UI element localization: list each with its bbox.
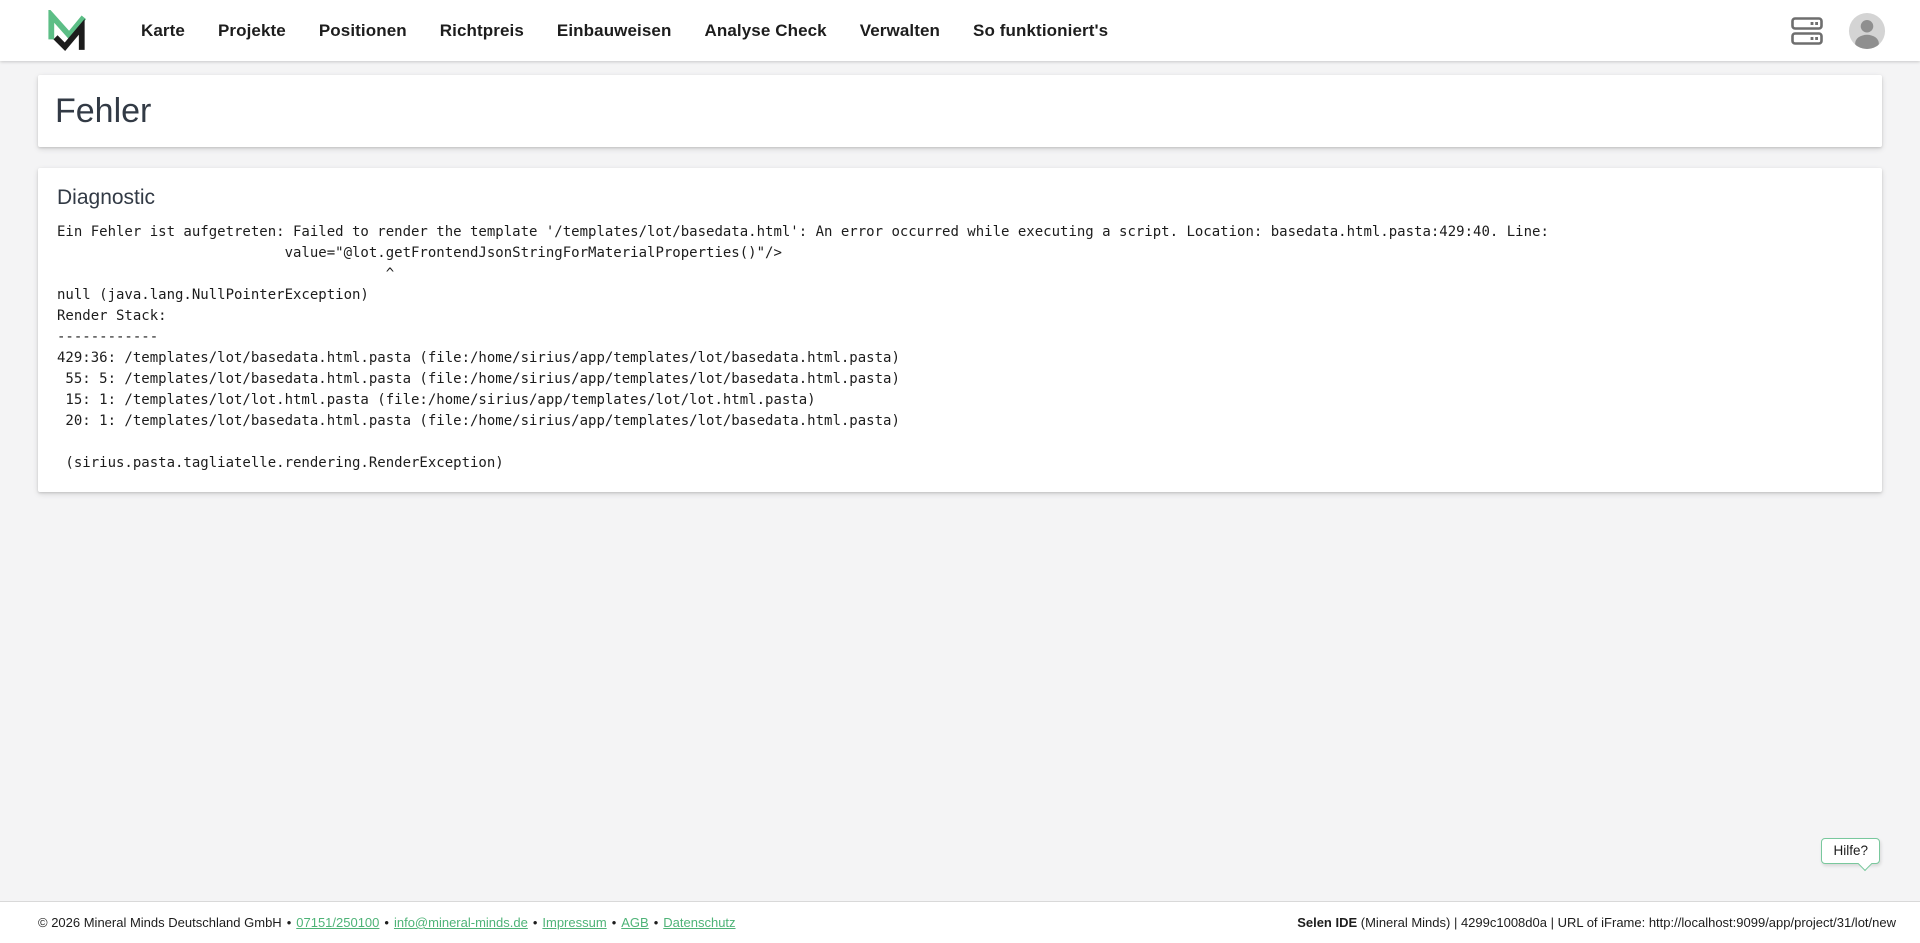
footer-separator: • (654, 915, 659, 930)
nav-item-analyse-check[interactable]: Analyse Check (704, 21, 826, 41)
footer-separator: • (533, 915, 538, 930)
error-title-card: Fehler (38, 75, 1882, 147)
logo-icon (45, 10, 87, 52)
footer-link-phone[interactable]: 07151/250100 (296, 915, 379, 930)
footer-app-name: Selen IDE (1297, 915, 1357, 930)
top-navigation-bar: Karte Projekte Positionen Richtpreis Ein… (0, 0, 1920, 61)
footer-separator: • (612, 915, 617, 930)
footer-environment-info: (Mineral Minds) | 4299c1008d0a | URL of … (1357, 915, 1896, 930)
nav-item-karte[interactable]: Karte (141, 21, 185, 41)
footer: © 2026 Mineral Minds Deutschland GmbH • … (0, 901, 1920, 943)
nav-item-positionen[interactable]: Positionen (319, 21, 407, 41)
main-nav: Karte Projekte Positionen Richtpreis Ein… (141, 21, 1108, 41)
nav-item-richtpreis[interactable]: Richtpreis (440, 21, 524, 41)
help-bubble-tail (1858, 857, 1872, 871)
nav-item-verwalten[interactable]: Verwalten (860, 21, 940, 41)
help-button-label: Hilfe? (1833, 843, 1868, 858)
page-title: Fehler (55, 92, 151, 131)
diagnostic-card: Diagnostic Ein Fehler ist aufgetreten: F… (38, 168, 1882, 492)
footer-separator: • (287, 915, 292, 930)
footer-link-email[interactable]: info@mineral-minds.de (394, 915, 528, 930)
footer-link-impressum[interactable]: Impressum (542, 915, 606, 930)
nav-item-projekte[interactable]: Projekte (218, 21, 286, 41)
diagnostic-stack-trace: Ein Fehler ist aufgetreten: Failed to re… (57, 222, 1863, 474)
server-glyph (1791, 17, 1823, 45)
footer-right: Selen IDE (Mineral Minds) | 4299c1008d0a… (1297, 915, 1896, 930)
footer-link-agb[interactable]: AGB (621, 915, 648, 930)
copyright-text: © 2026 Mineral Minds Deutschland GmbH (38, 915, 282, 930)
dns-server-icon[interactable] (1791, 17, 1823, 45)
nav-item-so-funktionierts[interactable]: So funktioniert's (973, 21, 1108, 41)
footer-separator: • (384, 915, 389, 930)
avatar-glyph (1848, 12, 1886, 50)
diagnostic-heading: Diagnostic (57, 185, 1863, 211)
footer-link-datenschutz[interactable]: Datenschutz (663, 915, 735, 930)
user-avatar-icon[interactable] (1848, 12, 1886, 50)
mineral-minds-logo[interactable] (45, 10, 87, 52)
nav-item-einbauweisen[interactable]: Einbauweisen (557, 21, 672, 41)
footer-left: © 2026 Mineral Minds Deutschland GmbH • … (38, 915, 736, 930)
help-button[interactable]: Hilfe? (1821, 838, 1880, 864)
